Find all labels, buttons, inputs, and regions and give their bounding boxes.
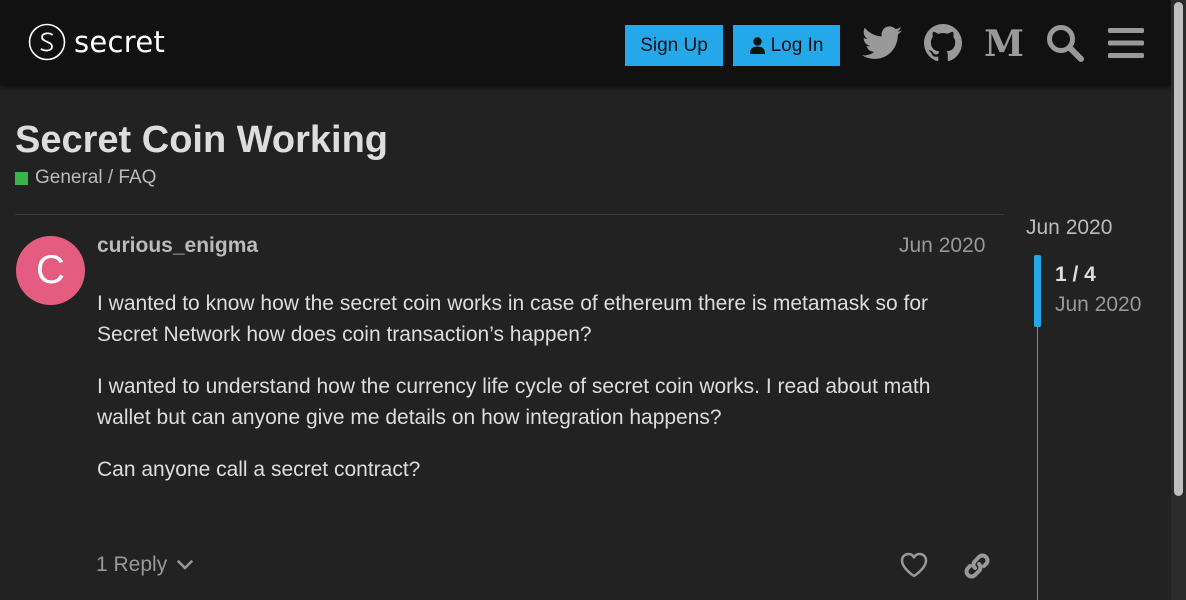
medium-icon: M (984, 26, 1024, 60)
category-color-square (15, 171, 28, 185)
category-badge[interactable]: General / FAQ (15, 167, 156, 189)
post-paragraph: I wanted to know how the secret coin wor… (97, 292, 929, 346)
link-icon (964, 553, 990, 579)
search-button[interactable] (1044, 22, 1086, 64)
scrollbar-thumb[interactable] (1174, 2, 1183, 496)
heart-icon (900, 552, 928, 578)
category-label: General / FAQ (35, 167, 157, 188)
hamburger-menu-icon (1108, 28, 1144, 58)
post-paragraph: Can anyone call a secret contract? (97, 458, 421, 481)
secret-logo-icon (28, 23, 66, 61)
log-in-button[interactable]: Log In (733, 25, 840, 66)
topic-title[interactable]: Secret Coin Working (15, 119, 388, 162)
timeline-current-date: Jun 2020 (1055, 293, 1142, 316)
share-link-button[interactable] (963, 552, 991, 585)
topic-divider (15, 214, 1004, 215)
user-icon (749, 37, 765, 54)
svg-text:M: M (984, 26, 1024, 60)
timeline-start-date[interactable]: Jun 2020 (1026, 216, 1112, 240)
log-in-label: Log In (770, 34, 824, 56)
search-icon (1047, 25, 1084, 62)
timeline-scroll-handle[interactable] (1034, 255, 1041, 327)
post-date[interactable]: Jun 2020 (899, 234, 985, 258)
github-link[interactable] (922, 22, 964, 64)
sign-up-button[interactable]: Sign Up (625, 25, 723, 66)
logo-text: secret (74, 25, 166, 59)
post-body: I wanted to know how the secret coin wor… (97, 288, 987, 506)
github-icon (924, 24, 962, 62)
post-username[interactable]: curious_enigma (97, 234, 258, 258)
twitter-icon (862, 26, 902, 59)
like-button[interactable] (900, 552, 928, 583)
post-paragraph: I wanted to understand how the currency … (97, 375, 931, 429)
replies-toggle-button[interactable]: 1 Reply (96, 553, 193, 577)
medium-link[interactable]: M (983, 22, 1025, 64)
twitter-link[interactable] (861, 22, 903, 64)
avatar[interactable]: C (16, 236, 85, 305)
menu-button[interactable] (1105, 22, 1147, 64)
replies-label: 1 Reply (96, 553, 168, 576)
chevron-down-icon (177, 560, 193, 570)
timeline-position: 1 / 4 (1055, 263, 1096, 286)
site-logo[interactable]: secret (28, 23, 165, 61)
site-header: secret Sign Up Log In M (0, 0, 1171, 86)
